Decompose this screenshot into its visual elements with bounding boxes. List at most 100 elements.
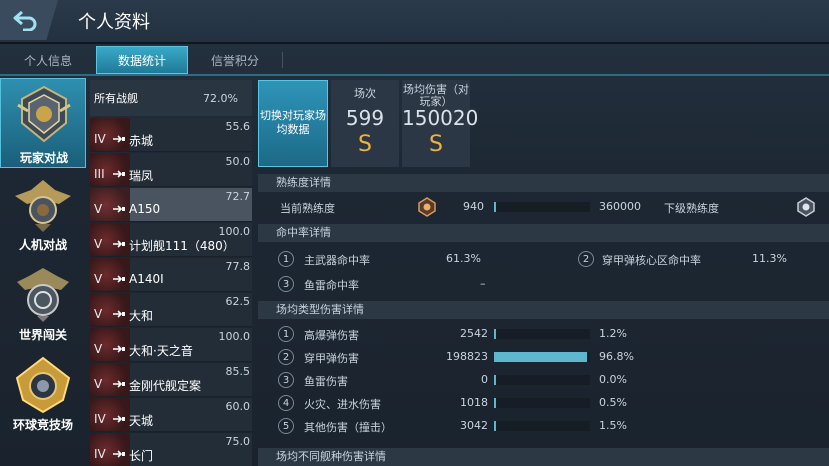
hit-value-main: 61.3% — [446, 252, 481, 265]
mode-world[interactable]: 世界闯关 — [0, 264, 86, 348]
damage-label: 火灾、进水伤害 — [304, 398, 381, 411]
damage-num: 1 — [278, 326, 294, 342]
ship-name: 长门 — [129, 449, 154, 463]
ship-type-icon — [113, 240, 125, 248]
damage-num: 2 — [278, 349, 294, 365]
avg-damage-stat: 场均伤害（对玩家） 150020 S — [402, 80, 479, 167]
arena-badge-icon — [15, 356, 71, 414]
pve-badge-icon — [15, 180, 71, 232]
all-ships-value: 72.0% — [203, 91, 238, 105]
pvp-badge-icon — [17, 85, 71, 143]
damage-label: 鱼雷伤害 — [304, 375, 348, 388]
ship-row[interactable]: V 计划舰111（480） 100.0 — [90, 223, 252, 257]
ship-value: 100.0 — [218, 225, 251, 238]
damage-bar-tick — [494, 375, 496, 385]
damage-pct: 0.5% — [599, 396, 627, 409]
ship-row[interactable]: III 瑞凤 50.0 — [90, 153, 252, 187]
ship-tier: IV — [94, 132, 106, 146]
hit-label-main: 主武器命中率 — [304, 254, 370, 267]
ship-tier: IV — [94, 447, 106, 461]
proficiency-section-header: 熟练度详情 — [258, 174, 829, 192]
mode-arena[interactable]: 环球竞技场 — [0, 354, 86, 438]
ship-name: 天城 — [129, 414, 154, 428]
ship-value: 75.0 — [225, 435, 251, 448]
damage-bar — [494, 375, 590, 385]
all-ships-label: 所有战舰 — [94, 92, 138, 105]
ship-value: 50.0 — [225, 155, 251, 168]
ship-row[interactable]: V 大和·天之音 100.0 — [90, 328, 252, 362]
damage-pct: 1.5% — [599, 419, 627, 432]
ship-value: 85.5 — [225, 365, 251, 378]
back-arrow-icon — [13, 10, 37, 31]
ship-name: A140I — [129, 272, 164, 286]
damage-num: 3 — [278, 372, 294, 388]
ship-row[interactable]: V A150 72.7 — [90, 188, 252, 222]
toggle-player-avg-button[interactable]: 切换对玩家场均数据 — [258, 80, 328, 167]
damage-pct: 0.0% — [599, 373, 627, 386]
ship-list[interactable]: 所有战舰 72.0% IV 赤城 55.6 III 瑞凤 50.0 V A150 72.7 V 计划… — [90, 80, 252, 466]
hit-value-torpedo: – — [480, 277, 486, 290]
ship-name: 瑞凤 — [129, 169, 154, 183]
world-badge-icon — [17, 268, 69, 322]
damage-bar-fill — [494, 421, 496, 431]
ship-tier: V — [94, 202, 103, 216]
avg-damage-label: 场均伤害（对玩家） — [403, 83, 469, 108]
damage-value: 0 — [481, 373, 488, 386]
ship-type-icon — [113, 170, 125, 178]
ship-type-icon — [113, 450, 125, 458]
hit-rate-section-header: 命中率详情 — [258, 224, 829, 242]
mode-nav: 玩家对战 人机对战 世界闯关 环球竞技场 — [0, 78, 86, 466]
ship-name: A150 — [129, 202, 161, 216]
all-ships-row[interactable]: 所有战舰 72.0% — [90, 80, 252, 116]
damage-type-section-header: 场均类型伤害详情 — [258, 301, 829, 319]
tabs-underline — [0, 74, 829, 76]
ship-value: 100.0 — [218, 330, 251, 343]
ship-row[interactable]: IV 长门 75.0 — [90, 433, 252, 466]
hit-label-torpedo: 鱼雷命中率 — [304, 279, 359, 292]
ship-row[interactable]: IV 天城 60.0 — [90, 398, 252, 432]
ship-tier: IV — [94, 412, 106, 426]
next-proficiency-label: 下级熟练度 — [664, 202, 719, 215]
ship-row[interactable]: IV 赤城 55.6 — [90, 118, 252, 152]
damage-value: 198823 — [446, 350, 488, 363]
tab-personal-info[interactable]: 个人信息 — [0, 46, 96, 74]
damage-bar — [494, 421, 590, 431]
ship-row[interactable]: V A140I 77.8 — [90, 258, 252, 292]
ship-value: 60.0 — [225, 400, 251, 413]
ship-value: 55.6 — [225, 120, 251, 133]
ship-tier: V — [94, 237, 103, 251]
ship-type-damage-section-header: 场均不同舰种伤害详情 — [258, 448, 829, 466]
ship-value: 77.8 — [225, 260, 251, 273]
ship-name: 赤城 — [129, 134, 154, 148]
damage-pct: 1.2% — [599, 327, 627, 340]
ship-row[interactable]: V 金刚代舰定案 85.5 — [90, 363, 252, 397]
ship-tier: V — [94, 377, 103, 391]
rank-next-icon — [797, 197, 815, 217]
hit-num-3: 3 — [278, 276, 294, 292]
avg-damage-value: 150020 — [402, 106, 479, 130]
ship-tier: V — [94, 342, 103, 356]
matches-stat: 场次 599 S — [331, 80, 399, 167]
ship-type-icon — [113, 135, 125, 143]
mode-pve[interactable]: 人机对战 — [0, 174, 86, 258]
ship-tier: V — [94, 307, 103, 321]
damage-bar — [494, 329, 590, 339]
proficiency-bar — [494, 202, 590, 212]
ship-type-icon — [113, 275, 125, 283]
ship-type-icon — [113, 310, 125, 318]
tab-reputation[interactable]: 信誉积分 — [188, 46, 282, 74]
proficiency-max-value: 360000 — [599, 200, 641, 213]
mode-label-arena: 环球竞技场 — [12, 418, 73, 432]
ship-row[interactable]: V 大和 62.5 — [90, 293, 252, 327]
damage-bar — [494, 352, 590, 362]
ship-name: 计划舰111（480） — [129, 239, 235, 253]
mode-pvp[interactable]: 玩家对战 — [0, 78, 86, 168]
tab-bar: 个人信息 数据统计 信誉积分 — [0, 46, 829, 74]
ship-type-icon — [113, 415, 125, 423]
back-button[interactable] — [0, 0, 58, 40]
matches-value: 599 — [345, 106, 385, 130]
damage-value: 3042 — [460, 419, 488, 432]
tab-statistics[interactable]: 数据统计 — [96, 46, 188, 74]
damage-bar-fill — [494, 329, 496, 339]
current-proficiency-value: 940 — [463, 200, 484, 213]
